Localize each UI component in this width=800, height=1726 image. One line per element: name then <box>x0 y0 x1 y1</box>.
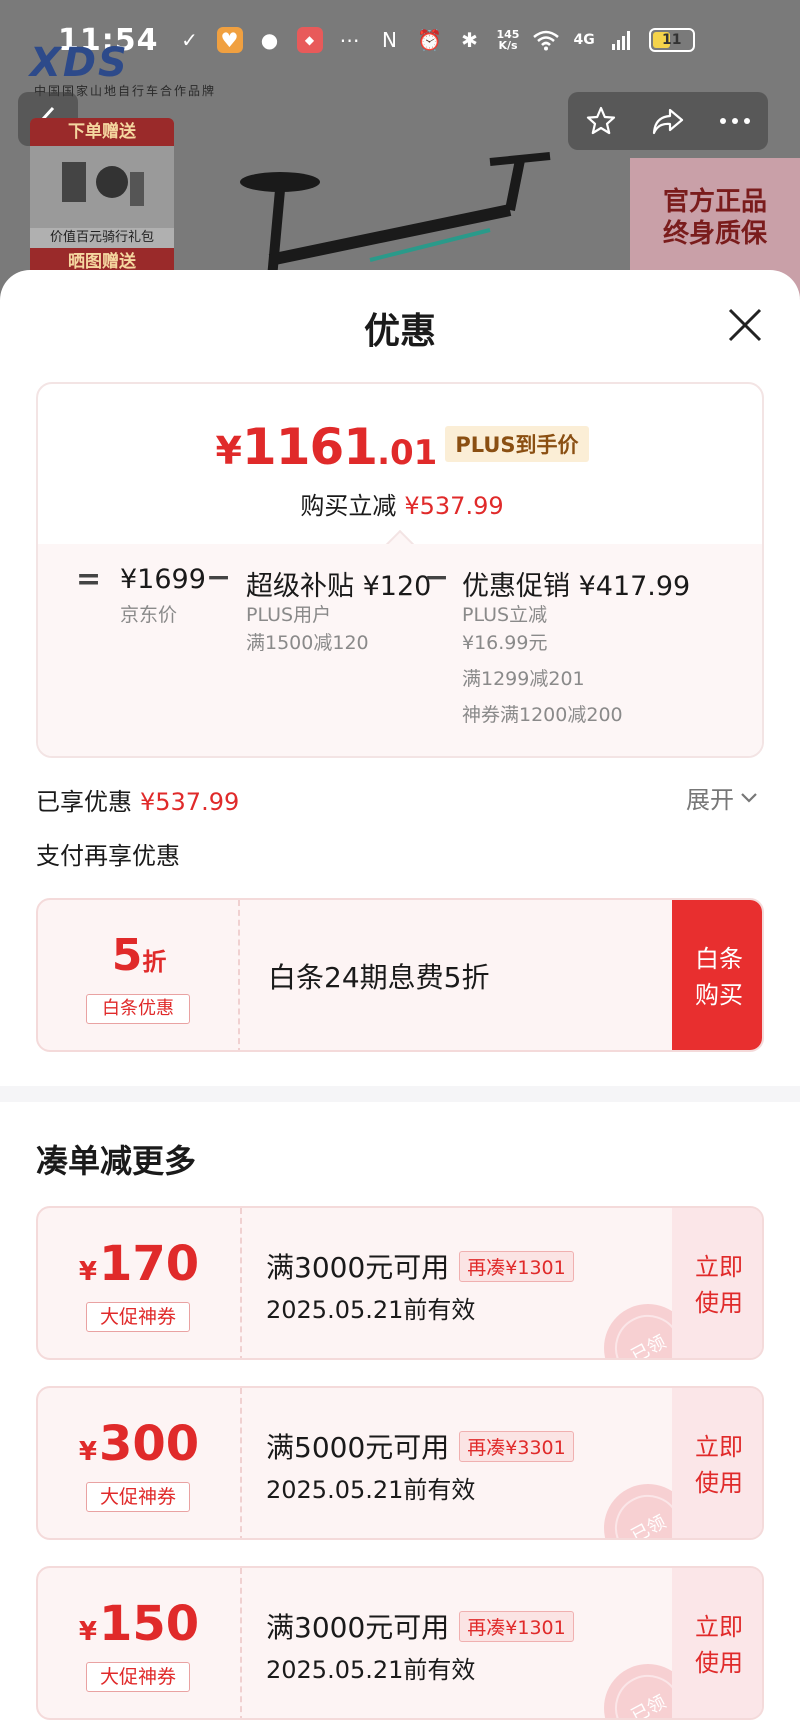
coupon-extra-needed: 再凑¥1301 <box>459 1250 574 1282</box>
enjoyed-discount: 已享优惠 ¥537.99 <box>36 782 239 817</box>
signal-icon <box>609 27 635 53</box>
enjoyed-discount-label: 已享优惠 <box>36 788 132 816</box>
final-price-section: ¥1161.01 PLUS到手价 购买立减 ¥537.99 <box>38 384 762 544</box>
coupon-card: ¥300 大促神券 满5000元可用 再凑¥3301 2025.05.21前有效… <box>36 1386 764 1540</box>
wifi-icon <box>533 27 560 53</box>
coupon-divider <box>240 1388 242 1538</box>
instant-discount: 购买立减 ¥537.99 <box>38 486 762 521</box>
bluetooth-icon: ✱ <box>461 28 478 52</box>
use-coupon-button[interactable]: 立即 使用 <box>672 1208 762 1358</box>
baitiao-offer-card: 5折 白条优惠 白条24期息费5折 白条 购买 <box>36 898 764 1052</box>
brand-logo: XDS <box>30 40 129 86</box>
use-coupon-button[interactable]: 立即 使用 <box>672 1568 762 1718</box>
subsidy-value: 超级补贴 ¥120 <box>246 571 432 602</box>
chevron-down-icon <box>741 792 757 803</box>
alarm-icon: ⏰ <box>417 28 442 52</box>
nfc-icon: N <box>382 28 397 52</box>
promo-detail-2: ¥16.99元 <box>462 632 548 654</box>
sheet-title: 优惠 <box>363 311 436 352</box>
baitiao-description: 白条24期息费5折 <box>268 961 490 994</box>
subsidy-detail-1: PLUS用户 <box>246 604 332 626</box>
network-type: 4G <box>573 32 595 48</box>
network-speed: 145 K/s <box>496 28 520 52</box>
wechat-icon: ● <box>260 28 279 52</box>
top-actions <box>568 92 768 150</box>
discount-sheet: 优惠 ¥1161.01 PLUS到手价 购买立减 ¥537.99 = ¥1699 京… <box>0 270 800 1726</box>
baitiao-discount: 5折 <box>111 930 167 981</box>
final-price-decimal: .01 <box>377 433 438 473</box>
coupon-card: ¥170 大促神券 满3000元可用 再凑¥1301 2025.05.21前有效… <box>36 1206 764 1360</box>
expand-button[interactable]: 展开 <box>686 780 758 815</box>
battery-icon: 11 <box>648 28 695 52</box>
jd-price-label: 京东价 <box>120 604 178 626</box>
coupon-condition: 满3000元可用 再凑¥1301 <box>266 1606 574 1646</box>
more-icon[interactable] <box>719 117 751 125</box>
promo-detail-1: PLUS立减 <box>462 604 548 626</box>
subsidy-detail-2: 满1500减120 <box>246 632 369 654</box>
pay-more-discount-label: 支付再享优惠 <box>36 842 180 870</box>
share-icon[interactable] <box>650 106 686 136</box>
baitiao-tag: 白条优惠 <box>86 994 190 1024</box>
minus-sign-2: − <box>424 560 450 595</box>
favorite-star-icon[interactable] <box>585 105 617 137</box>
close-icon <box>728 308 762 342</box>
coupon-condition: 满3000元可用 再凑¥1301 <box>266 1246 574 1286</box>
baitiao-discount-block: 5折 白条优惠 <box>38 900 240 1050</box>
promo-value: 优惠促销 ¥417.99 <box>462 571 691 602</box>
promo-detail-3: 满1299减201 <box>462 668 585 690</box>
notification-icon: ✓ <box>181 28 198 52</box>
coupon-validity: 2025.05.21前有效 <box>266 1476 476 1504</box>
baitiao-buy-button[interactable]: 白条 购买 <box>672 900 762 1050</box>
plus-price-tag: PLUS到手价 <box>445 426 589 462</box>
coupon-amount: ¥300 <box>78 1416 200 1472</box>
promo-detail-4: 神券满1200减200 <box>462 704 623 726</box>
coupon-extra-needed: 再凑¥3301 <box>459 1430 574 1462</box>
instant-discount-value: ¥537.99 <box>404 492 504 520</box>
app-notification-icon-2: ◆ <box>296 27 323 53</box>
coupon-divider <box>240 1568 242 1718</box>
expand-label: 展开 <box>686 786 734 814</box>
coupon-tag: 大促神券 <box>86 1662 190 1692</box>
final-price: ¥1161.01 PLUS到手价 <box>38 418 762 476</box>
more-deals-title: 凑单减更多 <box>36 1142 197 1180</box>
instant-discount-label: 购买立减 <box>300 492 397 520</box>
status-icons: ✓ ♥ ● ◆ ⋯ N ⏰ ✱ 145 K/s 4G 11 <box>177 27 695 53</box>
final-price-integer: 1161 <box>241 418 378 476</box>
gift-header: 下单赠送 <box>30 118 174 146</box>
coupon-condition: 满5000元可用 再凑¥3301 <box>266 1426 574 1466</box>
equals-sign: = <box>76 562 102 597</box>
coupon-tag: 大促神券 <box>86 1302 190 1332</box>
close-button[interactable] <box>722 302 768 348</box>
gift-image <box>30 146 174 228</box>
coupon-amount: ¥170 <box>78 1236 200 1292</box>
coupon-validity: 2025.05.21前有效 <box>266 1656 476 1684</box>
use-coupon-button[interactable]: 立即 使用 <box>672 1388 762 1538</box>
price-breakdown: = ¥1699 京东价 − 超级补贴 ¥120 PLUS用户 满1500减120… <box>38 544 762 756</box>
coupon-card: ¥150 大促神券 满3000元可用 再凑¥1301 2025.05.21前有效… <box>36 1566 764 1720</box>
coupon-validity: 2025.05.21前有效 <box>266 1296 476 1324</box>
battery-percent: 11 <box>661 32 682 48</box>
coupon-tag: 大促神券 <box>86 1482 190 1512</box>
coupon-divider <box>240 1208 242 1358</box>
minus-sign-1: − <box>206 560 232 595</box>
product-page-background: 11:54 ✓ ♥ ● ◆ ⋯ N ⏰ ✱ 145 K/s 4G 11 XDS … <box>0 0 800 300</box>
enjoyed-discount-value: ¥537.99 <box>140 788 240 816</box>
price-breakdown-card: ¥1161.01 PLUS到手价 购买立减 ¥537.99 = ¥1699 京东价 … <box>36 382 764 758</box>
coupon-extra-needed: 再凑¥1301 <box>459 1610 574 1642</box>
section-divider <box>0 1086 800 1102</box>
more-notifications-icon: ⋯ <box>339 28 360 52</box>
app-notification-icon: ♥ <box>216 27 243 53</box>
jd-price-value: ¥1699 <box>120 564 206 595</box>
coupon-amount: ¥150 <box>78 1596 200 1652</box>
gift-label: 价值百元骑行礼包 <box>30 228 174 248</box>
